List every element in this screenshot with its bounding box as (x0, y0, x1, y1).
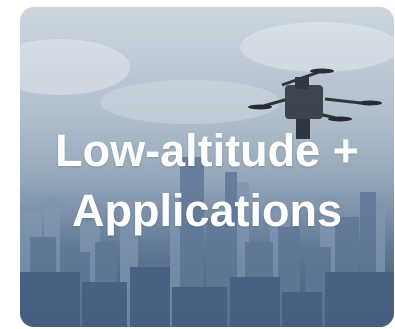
card-title-line1: Low-altitude + (55, 125, 359, 176)
applications-card[interactable]: Low-altitude + Applications (20, 7, 394, 327)
card-title-line2: Applications (71, 185, 343, 236)
